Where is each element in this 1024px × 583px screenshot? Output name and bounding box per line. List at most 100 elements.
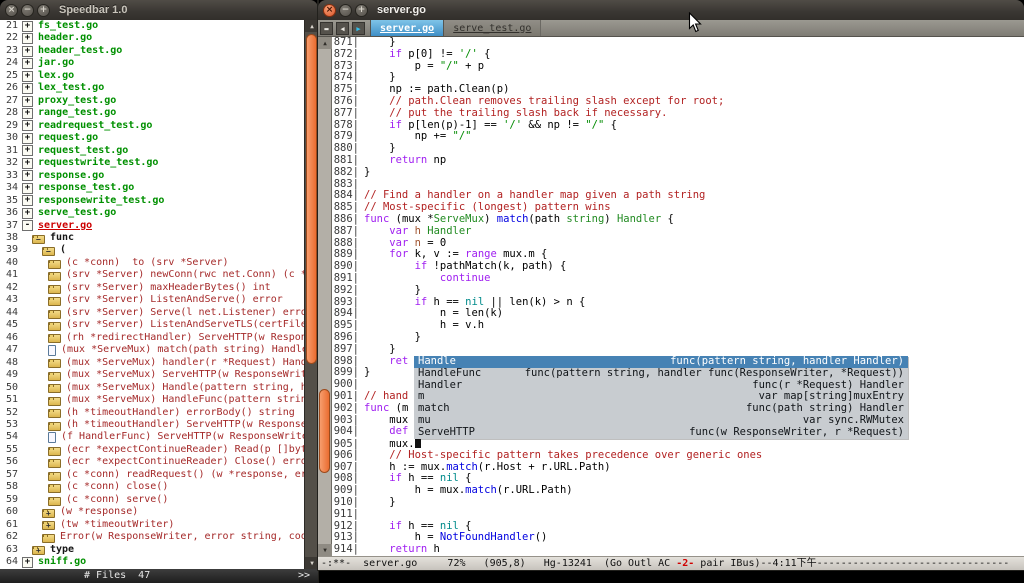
speedbar-row[interactable]: 60(w *response) bbox=[0, 506, 304, 518]
speedbar-row[interactable]: 31+request_test.go bbox=[0, 145, 304, 157]
speedbar-entry-label[interactable]: (mux *ServeMux) match(path string) Handl… bbox=[61, 344, 304, 356]
speedbar-entry-label[interactable]: response_test.go bbox=[38, 182, 134, 194]
speedbar-file-tree[interactable]: 21+fs_test.go22+header.go23+header_test.… bbox=[0, 20, 304, 569]
speedbar-row[interactable]: 54(f HandlerFunc) ServeHTTP(w ResponseWr… bbox=[0, 431, 304, 443]
code-line[interactable]: 873| p = "/" + p bbox=[332, 61, 1024, 73]
speedbar-row[interactable]: 29+readrequest_test.go bbox=[0, 120, 304, 132]
code-line[interactable]: 881| return np bbox=[332, 155, 1024, 167]
speedbar-row[interactable]: 63type bbox=[0, 544, 304, 556]
speedbar-entry-label[interactable]: (c *conn) serve() bbox=[66, 494, 168, 506]
folder-icon[interactable] bbox=[48, 484, 61, 493]
code-line[interactable]: 909| h = mux.match(r.URL.Path) bbox=[332, 485, 1024, 497]
tab-serve-test-go[interactable]: serve_test.go bbox=[444, 20, 541, 36]
tab-forward-icon[interactable]: ▶ bbox=[352, 22, 365, 35]
speedbar-row[interactable]: 58(c *conn) close() bbox=[0, 481, 304, 493]
code-line[interactable]: 896| } bbox=[332, 332, 1024, 344]
folder-icon[interactable] bbox=[48, 422, 61, 431]
tab-list-icon[interactable]: ▬ bbox=[320, 22, 333, 35]
speedbar-row[interactable]: 36+serve_test.go bbox=[0, 207, 304, 219]
speedbar-row[interactable]: 57(c *conn) readRequest() (w *response, … bbox=[0, 469, 304, 481]
speedbar-row[interactable]: 37-server.go bbox=[0, 220, 304, 232]
folder-icon[interactable] bbox=[48, 310, 61, 319]
speedbar-row[interactable]: 40(c *conn) to (srv *Server) bbox=[0, 257, 304, 269]
folder-icon[interactable] bbox=[48, 459, 61, 468]
folder-icon[interactable] bbox=[48, 297, 61, 306]
collapse-minus-icon[interactable]: - bbox=[22, 220, 33, 231]
minimize-icon[interactable]: − bbox=[339, 4, 352, 17]
folder-icon[interactable] bbox=[48, 322, 61, 331]
speedbar-entry-label[interactable]: response.go bbox=[38, 170, 104, 182]
code-line[interactable]: 895| h = v.h bbox=[332, 320, 1024, 332]
folder-icon[interactable] bbox=[48, 447, 61, 456]
folder-icon[interactable] bbox=[48, 260, 61, 269]
speedbar-entry-label[interactable]: (srv *Server) ListenAndServeTLS(certFile… bbox=[66, 319, 304, 331]
speedbar-row[interactable]: 50(mux *ServeMux) Handle(pattern string,… bbox=[0, 382, 304, 394]
expand-plus-icon[interactable]: + bbox=[22, 71, 33, 82]
expand-plus-icon[interactable]: + bbox=[22, 183, 33, 194]
expand-plus-icon[interactable]: + bbox=[22, 208, 33, 219]
speedbar-row[interactable]: 56(ecr *expectContinueReader) Close() er… bbox=[0, 456, 304, 468]
speedbar-row[interactable]: 61(tw *timeoutWriter) bbox=[0, 519, 304, 531]
expand-plus-icon[interactable]: + bbox=[22, 33, 33, 44]
scroll-down-icon[interactable]: ▼ bbox=[318, 544, 332, 556]
speedbar-row[interactable]: 42(srv *Server) maxHeaderBytes() int bbox=[0, 282, 304, 294]
speedbar-row[interactable]: 33+response.go bbox=[0, 170, 304, 182]
speedbar-entry-label[interactable]: type bbox=[50, 544, 74, 556]
speedbar-entry-label[interactable]: (mux *ServeMux) ServeHTTP(w ResponseWrit… bbox=[66, 369, 304, 381]
folder-icon[interactable] bbox=[48, 409, 61, 418]
folder-icon[interactable] bbox=[48, 497, 61, 506]
speedbar-row[interactable]: 27+proxy_test.go bbox=[0, 95, 304, 107]
minimize-icon[interactable]: − bbox=[21, 4, 34, 17]
expand-plus-icon[interactable]: + bbox=[22, 46, 33, 57]
speedbar-row[interactable]: 44(srv *Server) Serve(l net.Listener) er… bbox=[0, 307, 304, 319]
tab-back-icon[interactable]: ◀ bbox=[336, 22, 349, 35]
speedbar-row[interactable]: 64+sniff.go bbox=[0, 556, 304, 568]
speedbar-entry-label[interactable]: fs_test.go bbox=[38, 20, 98, 32]
speedbar-row[interactable]: 22+header.go bbox=[0, 32, 304, 44]
speedbar-entry-label[interactable]: jar.go bbox=[38, 57, 74, 69]
speedbar-entry-label[interactable]: (mux *ServeMux) handler(r *Request) Hand… bbox=[66, 357, 304, 369]
speedbar-row[interactable]: 62Error(w ResponseWriter, error string, … bbox=[0, 531, 304, 543]
folder-icon[interactable] bbox=[48, 272, 61, 281]
speedbar-entry-label[interactable]: range_test.go bbox=[38, 107, 116, 119]
expand-plus-icon[interactable]: + bbox=[22, 120, 33, 131]
speedbar-titlebar[interactable]: × − + Speedbar 1.0 bbox=[0, 0, 318, 20]
speedbar-row[interactable]: 41(srv *Server) newConn(rwc net.Conn) (c… bbox=[0, 269, 304, 281]
speedbar-entry-label[interactable]: func bbox=[50, 232, 74, 244]
speedbar-entry-label[interactable]: (rh *redirectHandler) ServeHTTP(w Respon… bbox=[66, 332, 304, 344]
speedbar-entry-label[interactable]: ( bbox=[60, 244, 66, 256]
expand-plus-icon[interactable]: + bbox=[22, 557, 33, 568]
tagicon-icon[interactable] bbox=[48, 345, 56, 356]
expand-plus-icon[interactable]: + bbox=[22, 83, 33, 94]
speedbar-entry-label[interactable]: header.go bbox=[38, 32, 92, 44]
expand-plus-icon[interactable]: + bbox=[22, 96, 33, 107]
folder-plus-icon[interactable] bbox=[42, 509, 55, 518]
speedbar-entry-label[interactable]: proxy_test.go bbox=[38, 95, 116, 107]
completion-popup[interactable]: Handlefunc(pattern string, handler Handl… bbox=[414, 356, 908, 439]
scroll-down-icon[interactable]: ▼ bbox=[305, 557, 319, 569]
code-area[interactable]: 871| }872| if p[0] != '/' {873| p = "/" … bbox=[332, 37, 1024, 556]
expand-plus-icon[interactable]: + bbox=[22, 145, 33, 156]
folder-icon[interactable] bbox=[48, 472, 61, 481]
speedbar-entry-label[interactable]: (w *response) bbox=[60, 506, 138, 518]
speedbar-row[interactable]: 46(rh *redirectHandler) ServeHTTP(w Resp… bbox=[0, 332, 304, 344]
completion-item[interactable]: muvar sync.RWMutex bbox=[414, 415, 908, 427]
code-line[interactable]: 910| } bbox=[332, 497, 1024, 509]
speedbar-entry-label[interactable]: serve_test.go bbox=[38, 207, 116, 219]
completion-item[interactable]: ServeHTTPfunc(w ResponseWriter, r *Reque… bbox=[414, 427, 908, 439]
folder-plus-icon[interactable] bbox=[32, 546, 45, 555]
folder-icon[interactable] bbox=[42, 534, 55, 543]
speedbar-entry-label[interactable]: (ecr *expectContinueReader) Close() erro… bbox=[66, 456, 304, 468]
speedbar-entry-label[interactable]: responsewrite_test.go bbox=[38, 195, 164, 207]
folder-icon[interactable] bbox=[48, 359, 61, 368]
code-line[interactable]: 914| return h bbox=[332, 544, 1024, 556]
maximize-icon[interactable]: + bbox=[37, 4, 50, 17]
speedbar-row[interactable]: 53(h *timeoutHandler) ServeHTTP(w Respon… bbox=[0, 419, 304, 431]
speedbar-entry-label[interactable]: request.go bbox=[38, 132, 98, 144]
speedbar-row[interactable]: 52(h *timeoutHandler) errorBody() string bbox=[0, 407, 304, 419]
folder-icon[interactable] bbox=[48, 384, 61, 393]
scroll-up-icon[interactable]: ▲ bbox=[305, 20, 319, 32]
folder-icon[interactable] bbox=[48, 285, 61, 294]
speedbar-row[interactable]: 24+jar.go bbox=[0, 57, 304, 69]
folder-plus-icon[interactable] bbox=[42, 521, 55, 530]
